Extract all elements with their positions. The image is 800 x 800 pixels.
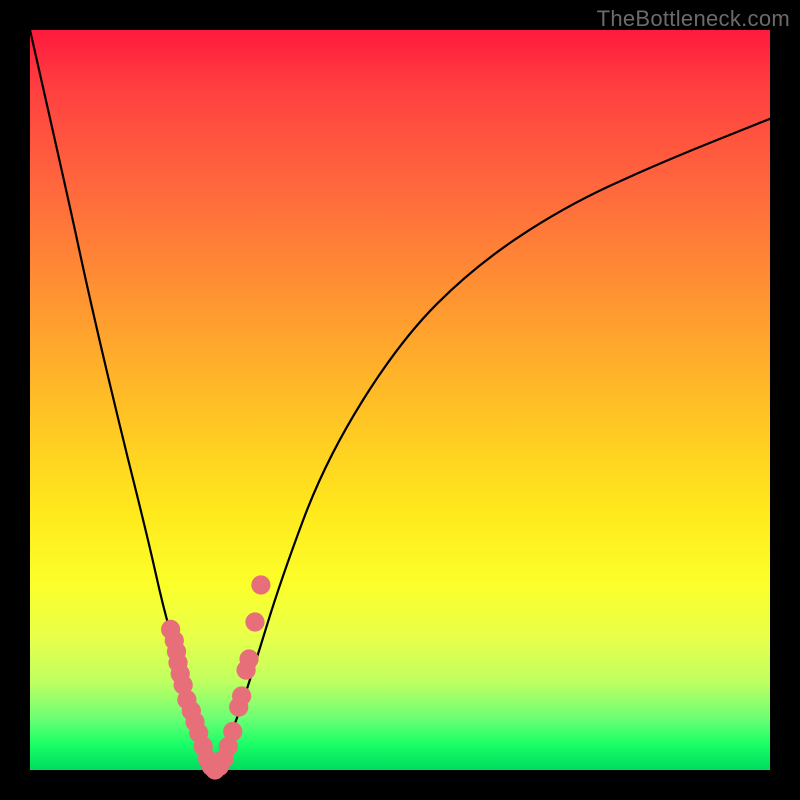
curve-group: [30, 30, 770, 770]
watermark-text: TheBottleneck.com: [597, 6, 790, 32]
bead-marker: [223, 722, 242, 741]
bead-marker: [251, 575, 270, 594]
chart-svg: [30, 30, 770, 770]
chart-frame: TheBottleneck.com: [0, 0, 800, 800]
left-branch-curve: [30, 30, 215, 770]
bead-marker: [245, 612, 264, 631]
bead-marker: [232, 686, 251, 705]
bead-marker: [239, 649, 258, 668]
bead-markers: [161, 575, 271, 779]
right-branch-curve: [215, 119, 770, 770]
